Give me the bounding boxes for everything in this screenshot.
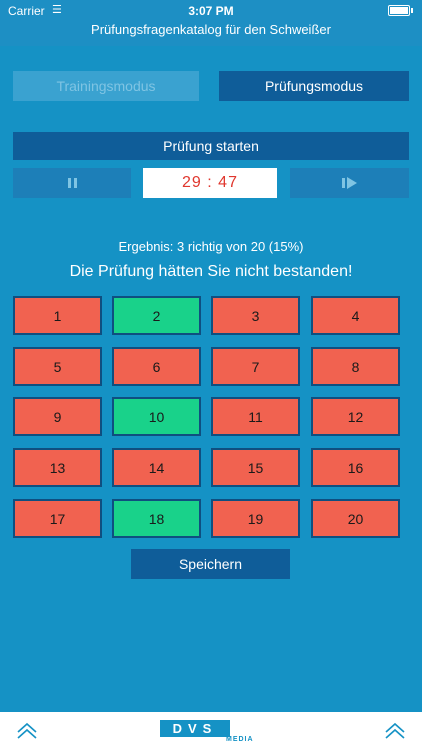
start-exam-button[interactable]: Prüfung starten (13, 132, 409, 160)
timer-display: 29 : 47 (143, 168, 277, 198)
question-grid: 1 2 3 4 5 6 7 8 9 10 11 12 13 14 15 16 17 18 19 20 (13, 296, 400, 538)
step-forward-icon (342, 177, 357, 189)
question-cell[interactable]: 16 (311, 448, 400, 487)
question-cell[interactable]: 20 (311, 499, 400, 538)
result-summary: Ergebnis: 3 richtig von 20 (15%) (118, 239, 304, 254)
question-cell[interactable]: 13 (13, 448, 102, 487)
question-cell[interactable]: 9 (13, 397, 102, 436)
question-cell[interactable]: 11 (211, 397, 300, 436)
question-cell[interactable]: 6 (112, 347, 201, 386)
exam-mode-button[interactable]: Prüfungsmodus (219, 71, 409, 101)
logo-sub: MEDIA (226, 736, 254, 743)
question-cell[interactable]: 18 (112, 499, 201, 538)
question-cell[interactable]: 2 (112, 296, 201, 335)
question-cell[interactable]: 4 (311, 296, 400, 335)
training-mode-button[interactable]: Trainingsmodus (13, 71, 199, 101)
dvs-media-logo: DVS MEDIA (160, 720, 266, 746)
save-button[interactable]: Speichern (131, 549, 290, 579)
question-cell[interactable]: 10 (112, 397, 201, 436)
question-cell[interactable]: 15 (211, 448, 300, 487)
question-cell[interactable]: 5 (13, 347, 102, 386)
question-cell[interactable]: 1 (13, 296, 102, 335)
footer-bar: DVS MEDIA (0, 712, 422, 750)
pause-icon (67, 178, 77, 188)
next-button[interactable] (290, 168, 409, 198)
question-cell[interactable]: 14 (112, 448, 201, 487)
chevron-up-icon-left[interactable] (16, 720, 38, 742)
question-cell[interactable]: 7 (211, 347, 300, 386)
question-cell[interactable]: 19 (211, 499, 300, 538)
battery-icon (388, 5, 413, 16)
app-title: Prüfungsfragenkatalog für den Schweißer (91, 22, 331, 37)
top-bar: Carrier ☰ 3:07 PM Prüfungsfragenkatalog … (0, 0, 422, 46)
chevron-up-icon-right[interactable] (384, 720, 406, 742)
question-cell[interactable]: 17 (13, 499, 102, 538)
result-verdict: Die Prüfung hätten Sie nicht bestanden! (69, 263, 353, 280)
clock: 3:07 PM (188, 4, 234, 18)
question-cell[interactable]: 3 (211, 296, 300, 335)
pause-button[interactable] (13, 168, 131, 198)
question-cell[interactable]: 8 (311, 347, 400, 386)
status-bar: Carrier ☰ 3:07 PM (0, 2, 422, 20)
question-cell[interactable]: 12 (311, 397, 400, 436)
logo-main: DVS (160, 720, 230, 737)
